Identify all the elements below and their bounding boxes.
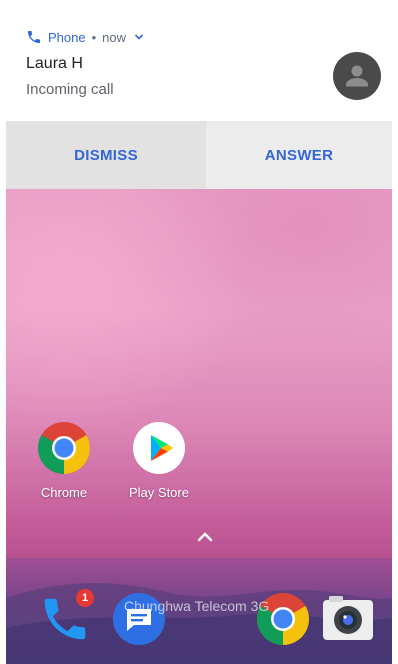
answer-button[interactable]: ANSWER bbox=[206, 121, 392, 189]
notification-header: Phone • now bbox=[26, 28, 144, 46]
chevron-up-icon[interactable] bbox=[197, 531, 213, 543]
incoming-call-notification[interactable]: Phone • now Laura H Incoming call bbox=[6, 0, 392, 121]
chrome-icon bbox=[38, 422, 90, 474]
notification-actions: DISMISS ANSWER bbox=[6, 121, 392, 189]
carrier-label: Chunghwa Telecom 3G bbox=[124, 598, 270, 614]
missed-call-badge: 1 bbox=[76, 589, 94, 607]
caller-name: Laura H bbox=[26, 55, 83, 72]
person-icon bbox=[346, 65, 368, 87]
phone-icon bbox=[28, 31, 40, 43]
notification-time: now bbox=[102, 29, 127, 45]
app-play-store[interactable]: Play Store bbox=[119, 421, 199, 500]
caller-avatar bbox=[333, 52, 381, 100]
app-chrome[interactable]: Chrome bbox=[24, 421, 104, 500]
app-label-play-store: Play Store bbox=[129, 485, 189, 500]
expand-chevron-icon[interactable] bbox=[134, 32, 144, 42]
dismiss-button[interactable]: DISMISS bbox=[6, 121, 206, 189]
header-separator: • bbox=[91, 29, 97, 45]
call-status: Incoming call bbox=[26, 81, 114, 98]
phone-screen: Phone • now Laura H Incoming call DISMIS… bbox=[6, 0, 392, 664]
app-label-chrome: Chrome bbox=[40, 485, 88, 500]
notification-app-name: Phone bbox=[48, 29, 86, 45]
play-store-icon bbox=[133, 422, 185, 474]
camera-icon[interactable] bbox=[321, 594, 375, 644]
